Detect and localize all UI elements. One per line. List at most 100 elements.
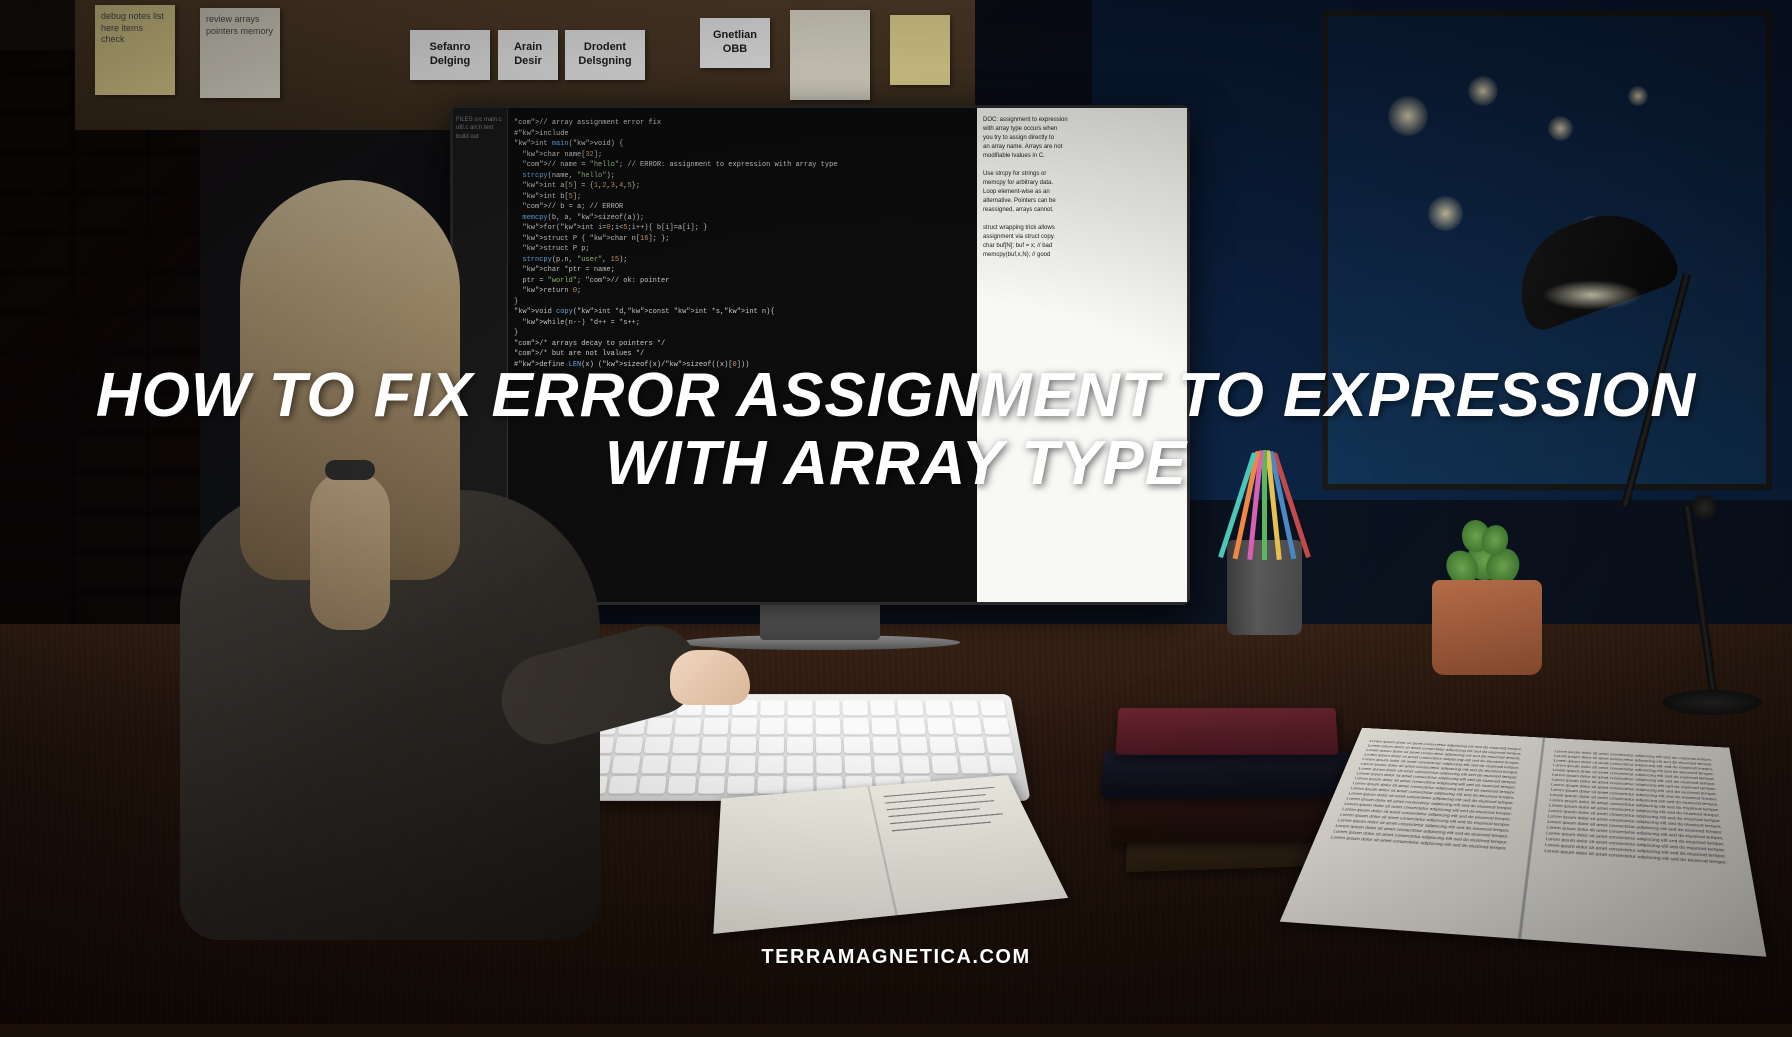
code-line: "com">// array assignment error fix (514, 118, 971, 129)
corkboard-label: Gnetlian OBB (700, 18, 770, 68)
keyboard-key (698, 776, 726, 794)
code-line: "com">// name = "hello"; // ERROR: assig… (514, 160, 971, 171)
keyboard-key (985, 737, 1013, 754)
doc-line: assignment via struct copy. (983, 233, 1181, 240)
keyboard-key (638, 776, 667, 794)
sticky-note (790, 10, 870, 100)
keyboard-key (646, 718, 673, 734)
keyboard-key (788, 700, 813, 716)
city-light-icon (1468, 76, 1498, 106)
keyboard-key (842, 700, 867, 716)
doc-line: char buf[N]; buf = x; // bad (983, 242, 1181, 249)
documentation-panel: DOC: assignment to expression with array … (977, 108, 1187, 602)
corkboard-label: Arain Desir (498, 30, 558, 80)
keyboard-key (902, 756, 930, 773)
keyboard-key (727, 776, 754, 794)
keyboard-key (816, 756, 842, 773)
keyboard-key (758, 737, 784, 754)
corkboard-label: Drodent Delsgning (565, 30, 645, 80)
doc-line (983, 161, 1181, 168)
sticky-note (890, 15, 950, 85)
keyboard-key (703, 718, 729, 734)
keyboard-key (816, 737, 842, 754)
keyboard-key (609, 776, 638, 794)
doc-line: memcpy(buf,x,N); // good (983, 251, 1181, 258)
keyboard-key (900, 737, 927, 754)
lamp-base (1662, 690, 1762, 715)
keyboard-key (979, 700, 1006, 716)
keyboard-key (758, 756, 784, 773)
keyboard-key (982, 718, 1010, 734)
doc-line: Loop element-wise as an (983, 188, 1181, 195)
keyboard-key (844, 737, 870, 754)
keyboard-key (988, 756, 1017, 773)
plant-pot (1432, 580, 1542, 675)
keyboard-key (641, 756, 669, 773)
lamp-joint (1692, 495, 1717, 520)
open-reference-book: Lorem ipsum dolor sit amet consectetur a… (1280, 728, 1767, 957)
keyboard-key (612, 756, 640, 773)
scene-illustration: debug notes list here items check review… (0, 0, 1792, 1024)
keyboard-key (897, 700, 923, 716)
keyboard-key (699, 756, 726, 773)
keyboard-key (670, 756, 698, 773)
keyboard-key (701, 737, 728, 754)
keyboard-key (787, 737, 813, 754)
keyboard-key (960, 756, 988, 773)
keyboard-key (899, 718, 926, 734)
doc-line: reassigned, arrays cannot. (983, 206, 1181, 213)
keyboard-key (759, 718, 784, 734)
handwriting-lines (883, 786, 1018, 837)
keyboard-key (787, 718, 812, 734)
sticky-note: debug notes list here items check (95, 5, 175, 95)
keyboard-key (757, 776, 784, 794)
code-line: "kw">char name[32]; (514, 150, 971, 161)
doc-line: with array type occurs when (983, 125, 1181, 132)
keyboard-key (760, 700, 785, 716)
keyboard-key (731, 718, 757, 734)
code-line: "kw">int main("kw">void) { (514, 139, 971, 150)
doc-line: alternative. Pointers can be (983, 197, 1181, 204)
doc-line: you try to assign directly to (983, 134, 1181, 141)
city-light-icon (1628, 86, 1648, 106)
city-light-icon (1548, 116, 1573, 141)
doc-line: an array name. Arrays are not (983, 143, 1181, 150)
keyboard-key (929, 737, 957, 754)
keyboard-key (675, 718, 702, 734)
sticky-note: review arrays pointers memory (200, 8, 280, 98)
site-watermark: TERRAMAGNETICA.COM (761, 946, 1030, 969)
article-headline: HOW TO FIX ERROR ASSIGNMENT TO EXPRESSIO… (90, 362, 1703, 498)
doc-line: memcpy for arbitrary data. (983, 179, 1181, 186)
keyboard-key (845, 756, 872, 773)
keyboard-key (672, 737, 699, 754)
keyboard-key (668, 776, 696, 794)
keyboard-key (952, 700, 979, 716)
keyboard-key (843, 718, 869, 734)
keyboard-key (729, 756, 756, 773)
keyboard-key (925, 700, 952, 716)
book (1100, 751, 1354, 798)
corkboard-label: Sefanro Delging (410, 30, 490, 80)
keyboard-key (644, 737, 672, 754)
keyboard-key (927, 718, 954, 734)
keyboard-key (787, 756, 813, 773)
monitor-stand (760, 600, 880, 640)
keyboard-key (815, 718, 840, 734)
doc-line: struct wrapping trick allows (983, 224, 1181, 231)
doc-line (983, 215, 1181, 222)
doc-line: modifiable lvalues in C. (983, 152, 1181, 159)
keyboard-key (870, 700, 896, 716)
keyboard-key (871, 718, 897, 734)
book (1115, 708, 1338, 755)
person-from-behind (180, 180, 600, 880)
doc-line: Use strcpy for strings or (983, 170, 1181, 177)
keyboard-key (931, 756, 959, 773)
city-light-icon (1388, 96, 1428, 136)
doc-line: DOC: assignment to expression (983, 116, 1181, 123)
code-line: #"kw">include (514, 129, 971, 140)
keyboard-key (954, 718, 981, 734)
keyboard-key (957, 737, 985, 754)
keyboard-key (615, 737, 643, 754)
book-page-text: Lorem ipsum dolor sit amet consectetur a… (1526, 738, 1753, 884)
keyboard-key (872, 737, 899, 754)
